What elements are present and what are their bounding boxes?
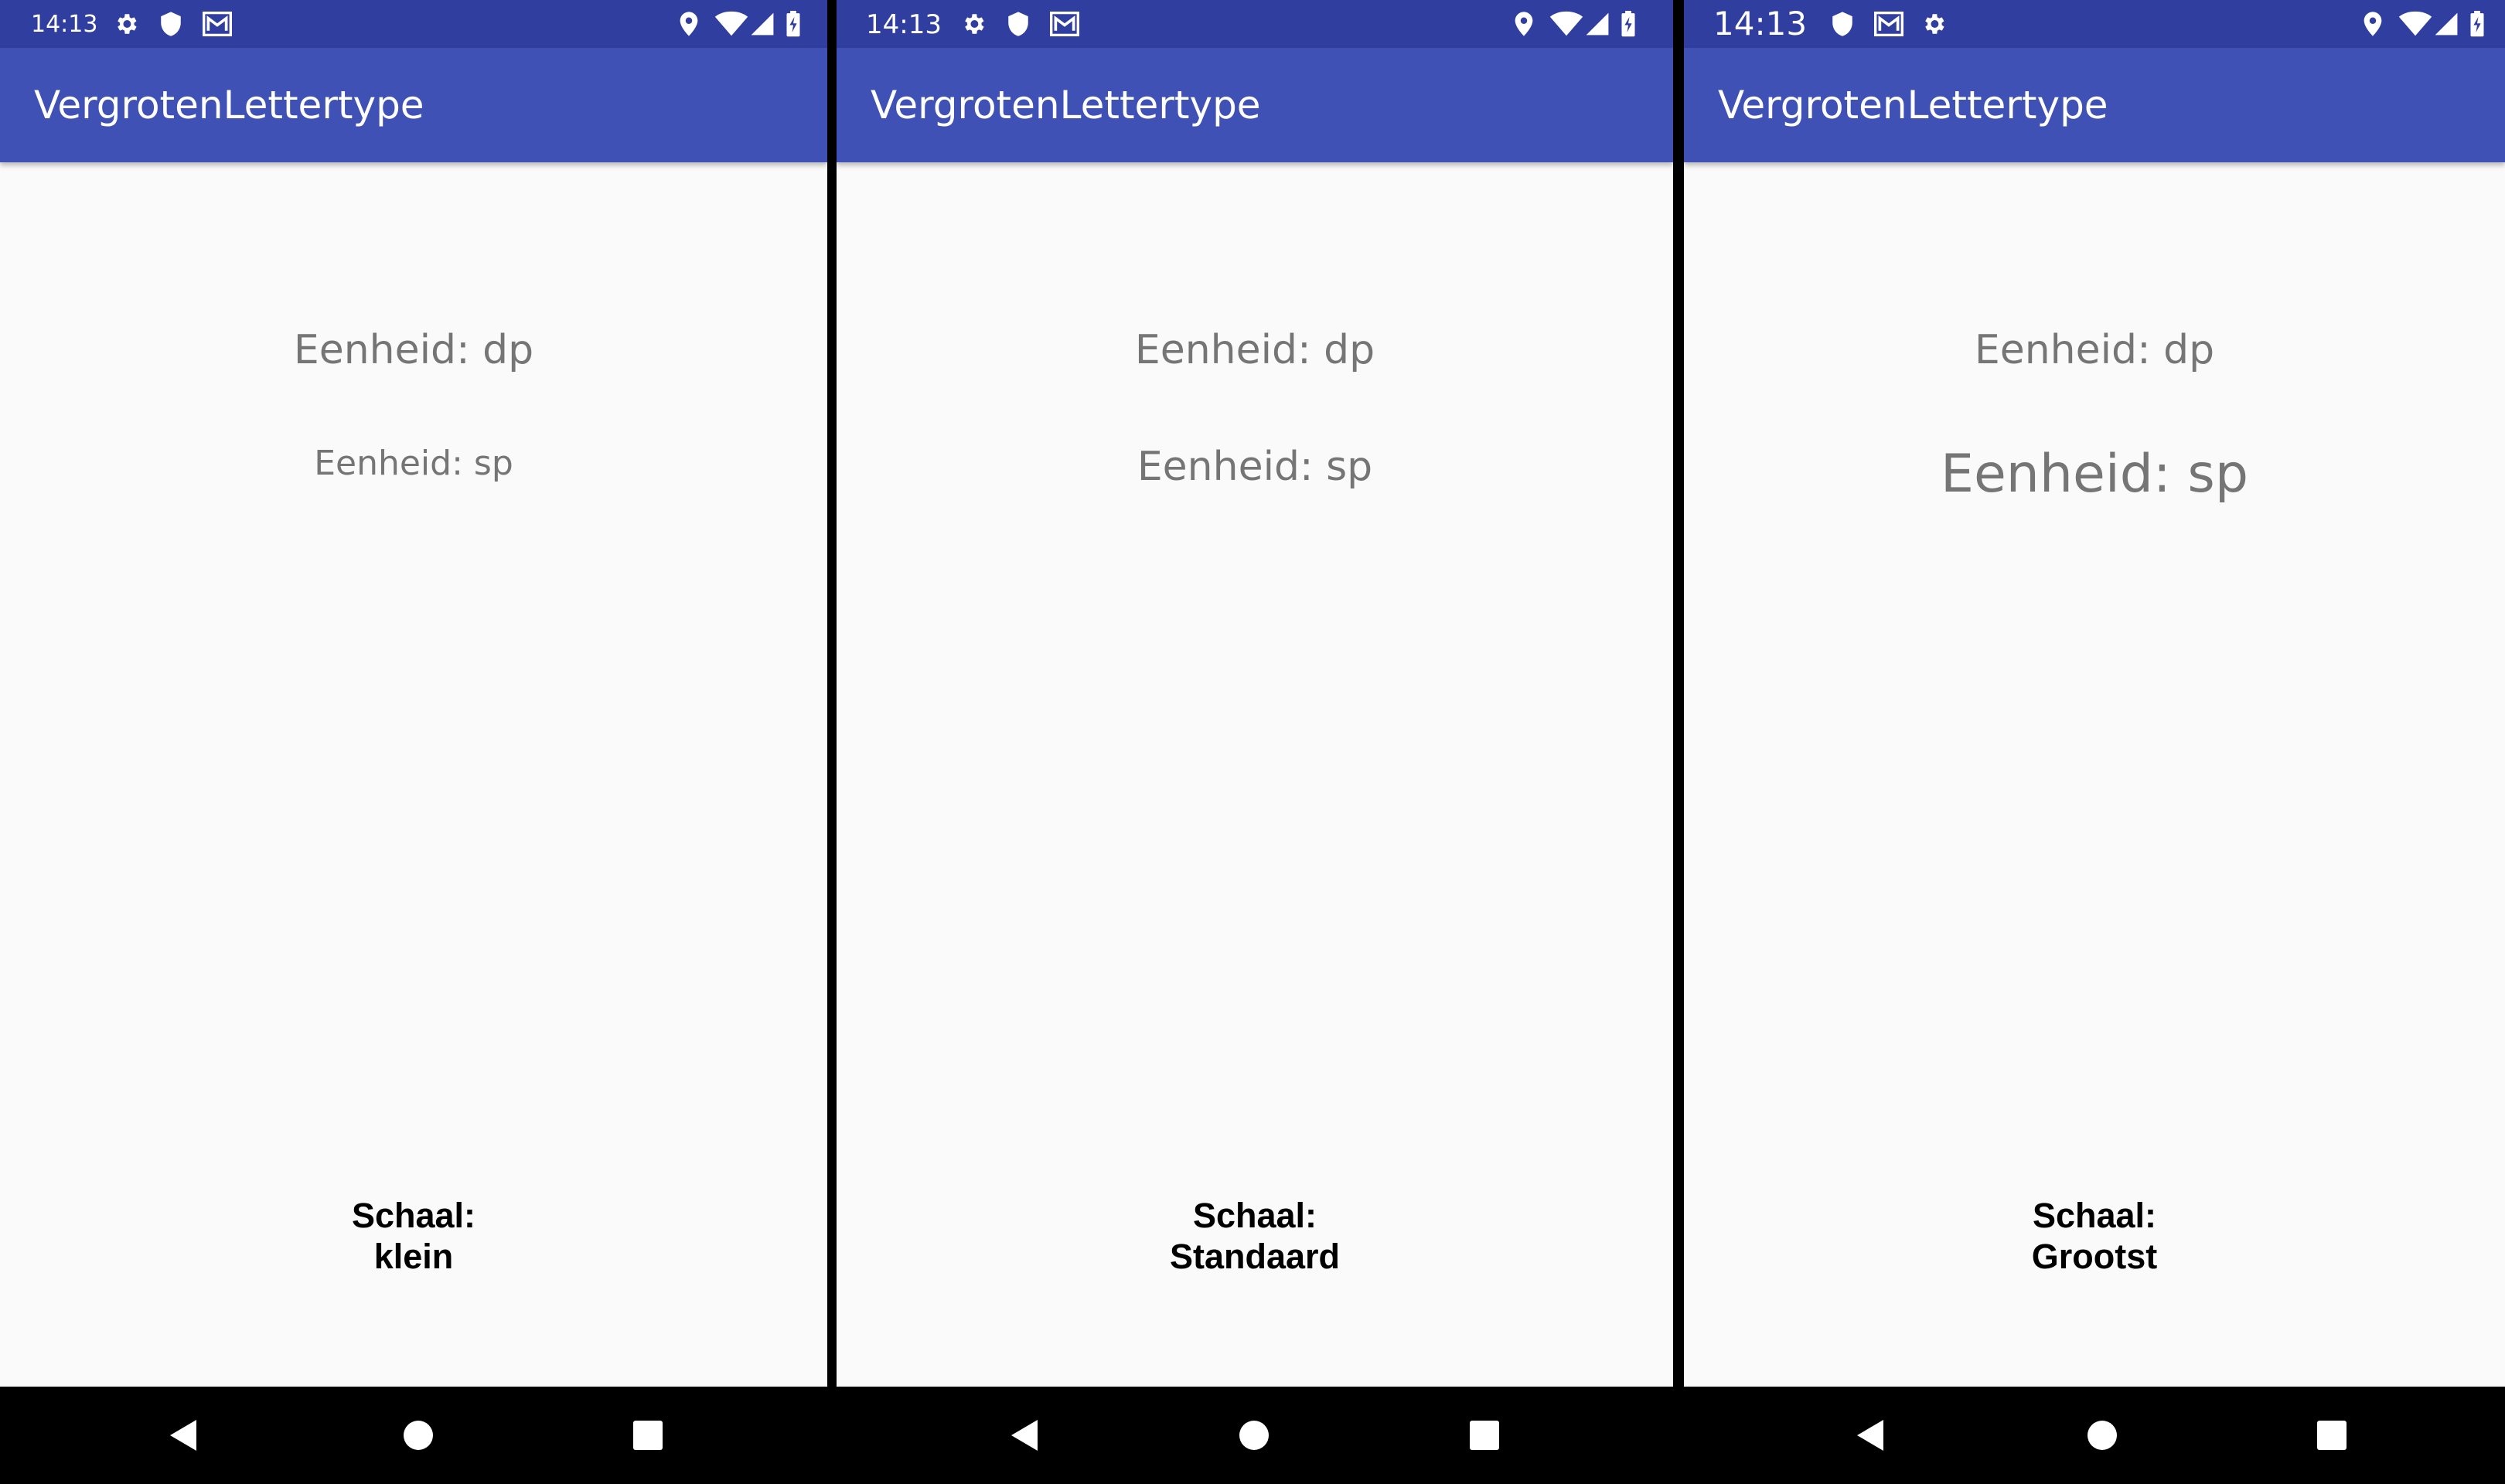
phone-screen-small-scale: 14:13 VergrotenLettertype Eenheid: dp Ee… (0, 0, 827, 1484)
gmail-icon (1050, 12, 1079, 36)
status-bar: 14:13 (837, 0, 1673, 48)
scale-caption: Schaal: Grootst (1684, 1195, 2505, 1277)
status-time: 14:13 (31, 11, 98, 38)
back-icon[interactable] (1849, 1412, 1896, 1458)
wifi-icon (714, 11, 748, 37)
navigation-bar (0, 1387, 827, 1484)
gmail-icon (1874, 12, 1903, 36)
navigation-bar (1684, 1387, 2505, 1484)
sp-label: Eenheid: sp (1940, 444, 2248, 505)
location-icon (1514, 11, 1534, 37)
scale-heading: Schaal: (2032, 1196, 2157, 1235)
sp-label: Eenheid: sp (314, 444, 513, 483)
recents-icon[interactable] (625, 1412, 671, 1458)
status-bar: 14:13 (0, 0, 827, 48)
scale-heading: Schaal: (1192, 1196, 1317, 1235)
app-title: VergrotenLettertype (871, 83, 1261, 128)
home-icon[interactable] (1231, 1412, 1277, 1458)
status-time: 14:13 (1713, 5, 1808, 43)
home-icon[interactable] (2079, 1412, 2125, 1458)
location-icon (2363, 11, 2383, 37)
settings-icon (1920, 11, 1947, 37)
battery-charging-icon (786, 11, 801, 37)
scale-heading: Schaal: (351, 1196, 476, 1235)
battery-charging-icon (1621, 11, 1636, 37)
shield-icon (1007, 11, 1030, 37)
shield-icon (159, 11, 182, 37)
shield-icon (1831, 11, 1854, 37)
app-bar: VergrotenLettertype (0, 48, 827, 162)
recents-icon[interactable] (1461, 1412, 1508, 1458)
scale-value: klein (373, 1237, 454, 1276)
recents-icon[interactable] (2309, 1412, 2355, 1458)
gmail-icon (203, 12, 232, 36)
app-bar: VergrotenLettertype (837, 48, 1673, 162)
screen-divider (827, 0, 837, 1484)
phone-screen-standard-scale: 14:13 VergrotenLettertype Eenheid: dp Ee… (837, 0, 1673, 1484)
battery-charging-icon (2469, 11, 2485, 37)
signal-icon (1585, 12, 1610, 36)
navigation-bar (837, 1387, 1673, 1484)
scale-value: Grootst (2031, 1237, 2158, 1276)
dp-label: Eenheid: dp (293, 327, 534, 373)
scale-value: Standaard (1169, 1237, 1341, 1276)
screen-divider (1673, 0, 1684, 1484)
dp-label: Eenheid: dp (1134, 327, 1375, 373)
app-title: VergrotenLettertype (1718, 83, 2108, 128)
dp-label: Eenheid: dp (1974, 327, 2215, 373)
status-bar: 14:13 (1684, 0, 2505, 48)
back-icon[interactable] (1004, 1412, 1050, 1458)
settings-icon (960, 11, 987, 37)
app-title: VergrotenLettertype (34, 83, 424, 128)
phone-screen-largest-scale: 14:13 VergrotenLettertype Eenheid: dp Ee… (1684, 0, 2505, 1484)
settings-icon (113, 11, 139, 37)
app-bar: VergrotenLettertype (1684, 48, 2505, 162)
back-icon[interactable] (162, 1412, 209, 1458)
sp-label: Eenheid: sp (1137, 444, 1373, 490)
scale-caption: Schaal: Standaard (837, 1195, 1673, 1277)
home-icon[interactable] (395, 1412, 441, 1458)
scale-caption: Schaal: klein (0, 1195, 827, 1277)
location-icon (679, 11, 699, 37)
signal-icon (750, 12, 775, 36)
wifi-icon (1549, 11, 1583, 37)
status-time: 14:13 (866, 9, 942, 40)
signal-icon (2434, 12, 2459, 36)
wifi-icon (2398, 11, 2432, 37)
